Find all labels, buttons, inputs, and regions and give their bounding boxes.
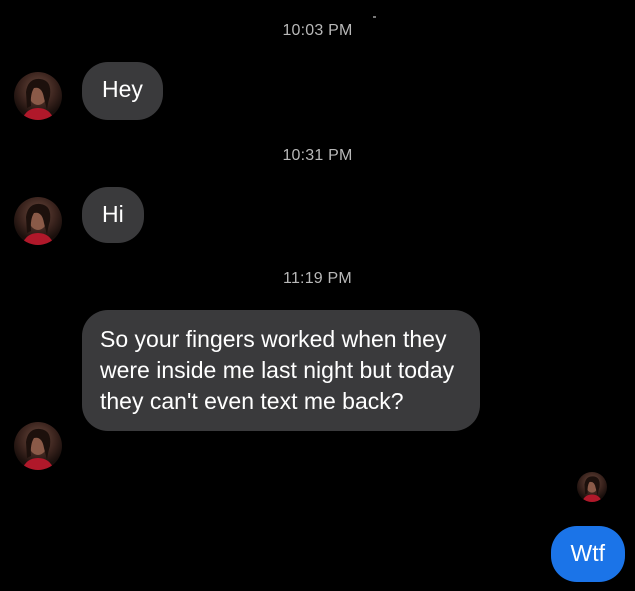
- message-text: Hey: [102, 76, 143, 102]
- contact-avatar[interactable]: [14, 197, 62, 245]
- outgoing-message-bubble[interactable]: Wtf: [550, 526, 625, 582]
- incoming-message-bubble[interactable]: Hi: [82, 187, 144, 243]
- message-text: Wtf: [570, 540, 606, 566]
- decorative-mark: [373, 16, 376, 18]
- message-text: Hi: [102, 201, 124, 227]
- contact-avatar[interactable]: [14, 422, 62, 470]
- read-receipt-avatar: [577, 472, 607, 502]
- incoming-message-bubble[interactable]: So your fingers worked when they were in…: [82, 310, 480, 431]
- contact-avatar-icon: [22, 203, 54, 245]
- message-text: So your fingers worked when they were in…: [100, 326, 455, 414]
- contact-avatar-icon: [22, 78, 54, 120]
- timestamp: 10:03 PM: [282, 22, 353, 39]
- contact-avatar[interactable]: [14, 72, 62, 120]
- contact-avatar-icon: [22, 428, 54, 470]
- timestamp: 11:19 PM: [283, 270, 352, 287]
- timestamp: 10:31 PM: [282, 147, 353, 164]
- read-receipt-icon: [582, 476, 602, 502]
- incoming-message-bubble[interactable]: Hey: [82, 62, 163, 120]
